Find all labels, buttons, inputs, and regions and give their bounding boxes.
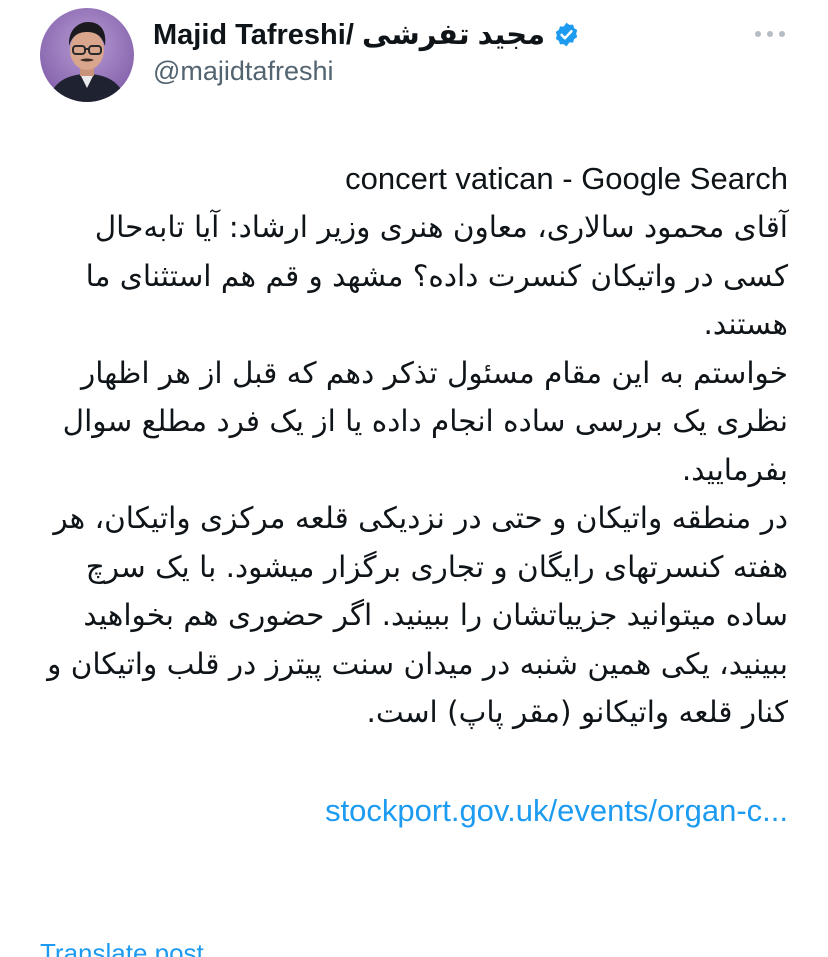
tweet-text: concert vatican - Google Search آقای محم… [40,154,788,835]
verified-badge-icon [553,21,580,48]
tweet-headline: concert vatican - Google Search [345,161,788,196]
tweet-paragraph-1: آقای محمود سالاری، معاون هنری وزیر ارشاد… [85,210,788,341]
tweet-link[interactable]: stockport.gov.uk/events/organ-c... [40,786,788,835]
tweet-card: Majid Tafreshi/ مجید تفرشی @majidtafresh… [0,0,828,957]
tweet-paragraph-3: در منطقه واتیکان و حتی در نزدیکی قلعه مر… [47,501,788,729]
tweet-paragraph-2: خواستم به این مقام مسئول تذکر دهم که قبل… [62,355,788,487]
translate-post-link[interactable]: Translate post [40,938,204,957]
avatar-image [40,8,134,102]
author-name-row: Majid Tafreshi/ مجید تفرشی [153,12,580,56]
display-name[interactable]: Majid Tafreshi/ مجید تفرشی [153,17,545,52]
more-dots-icon[interactable] [750,20,790,48]
author-handle[interactable]: @majidtafreshi [153,56,333,87]
avatar[interactable] [40,8,134,102]
